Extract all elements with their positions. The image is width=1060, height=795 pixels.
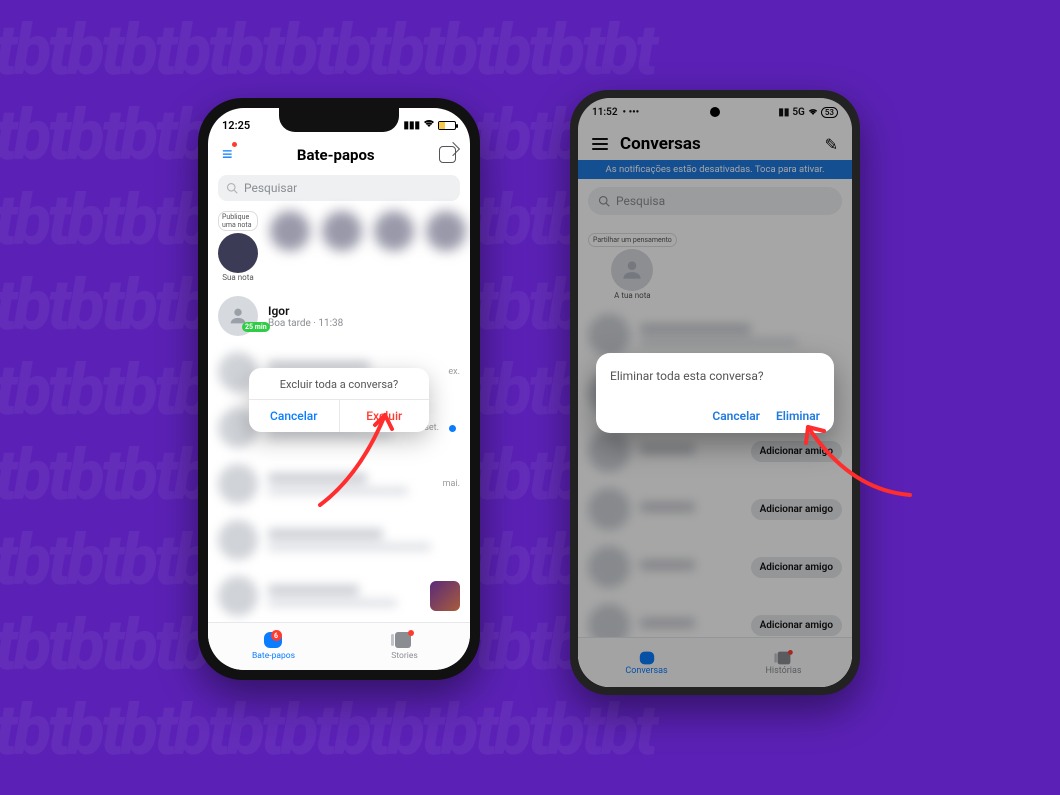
cancel-button[interactable]: Cancelar: [249, 400, 340, 432]
chat-row[interactable]: [208, 568, 470, 624]
tab-badge: 6: [271, 630, 282, 641]
stories-icon: [395, 632, 411, 648]
dialog-question: Eliminar toda esta conversa?: [610, 369, 820, 383]
ios-screen: 12:25 ▮▮▮ ≡ Bate-papos Pesquisar Publiqu…: [208, 108, 470, 670]
ios-stories-row[interactable]: Publique uma nota Sua nota: [208, 209, 470, 288]
signal-icon: ▮▮▮: [403, 120, 420, 131]
story-item[interactable]: [374, 211, 414, 251]
ios-status-icons: ▮▮▮: [403, 119, 456, 131]
unread-dot: [449, 425, 456, 432]
story-item[interactable]: [322, 211, 362, 251]
note-prompt: Publique uma nota: [218, 211, 258, 231]
android-screen: 11:52 • ••• ▮▮ 5G 53 Conversas ✎ As noti…: [578, 98, 852, 687]
chat-row[interactable]: 25 min Igor Boa tarde · 11:38: [208, 288, 470, 344]
battery-icon: [438, 121, 456, 130]
wifi-icon: [423, 119, 435, 131]
search-placeholder: Pesquisar: [244, 181, 297, 195]
ios-tabbar: 6 Bate-papos Stories: [208, 622, 470, 670]
page-title: Bate-papos: [297, 146, 375, 164]
android-confirm-dialog: Eliminar toda esta conversa? Cancelar El…: [596, 353, 834, 433]
search-icon: [226, 182, 238, 194]
tab-chats[interactable]: 6 Bate-papos: [208, 623, 339, 670]
tab-stories[interactable]: Stories: [339, 623, 470, 670]
chat-thumbnail: [430, 581, 460, 611]
story-item[interactable]: [270, 211, 310, 251]
menu-icon[interactable]: ≡: [222, 144, 233, 165]
ios-phone-frame: 12:25 ▮▮▮ ≡ Bate-papos Pesquisar Publiqu…: [198, 98, 480, 680]
own-note[interactable]: Publique uma nota Sua nota: [218, 211, 258, 282]
android-phone-frame: 11:52 • ••• ▮▮ 5G 53 Conversas ✎ As noti…: [570, 90, 860, 695]
ios-confirm-sheet: Excluir toda a conversa? Cancelar Exclui…: [249, 368, 429, 432]
ios-notch: [279, 108, 399, 132]
delete-button[interactable]: Excluir: [340, 400, 430, 432]
compose-icon[interactable]: [439, 146, 456, 163]
sheet-question: Excluir toda a conversa?: [249, 368, 429, 399]
chat-subtitle: Boa tarde · 11:38: [268, 318, 460, 329]
ios-time: 12:25: [222, 119, 250, 132]
cancel-button[interactable]: Cancelar: [712, 409, 760, 423]
presence-badge: 25 min: [242, 322, 270, 332]
own-note-label: Sua nota: [222, 273, 253, 282]
search-input[interactable]: Pesquisar: [218, 175, 460, 201]
story-item[interactable]: [426, 211, 466, 251]
chat-row[interactable]: mai.: [208, 456, 470, 512]
android-punch-hole: [710, 107, 720, 117]
ios-header: ≡ Bate-papos: [208, 142, 470, 171]
chat-row[interactable]: [208, 512, 470, 568]
chat-name: Igor: [268, 304, 460, 318]
delete-button[interactable]: Eliminar: [776, 409, 820, 423]
